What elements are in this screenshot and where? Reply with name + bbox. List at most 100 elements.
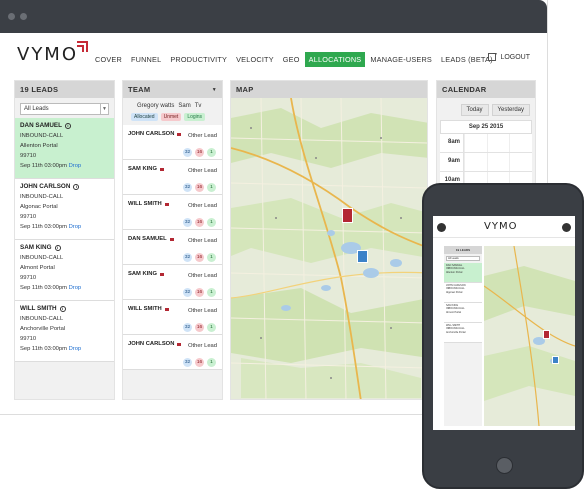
list-item[interactable]: DAN SAMUEL i INBOUND-CALL Allenton Portal… — [15, 118, 114, 179]
list-item[interactable]: WILL SMITH INBOUND-CALL Anchorville Port… — [444, 323, 482, 343]
today-button[interactable]: Today — [460, 104, 489, 116]
lead-zip: 99710 — [20, 336, 37, 342]
logout-icon — [488, 50, 498, 61]
lead-name: DAN SAMUEL — [20, 122, 62, 129]
team-pin-icon[interactable] — [552, 356, 559, 364]
phone-header: VYMO — [433, 216, 575, 238]
nav-allocations[interactable]: ALLOCATIONS — [304, 52, 366, 67]
nav-funnel[interactable]: FUNNEL — [127, 52, 165, 67]
lead-location: Anchorville Portal — [446, 330, 466, 334]
info-icon[interactable]: i — [54, 244, 61, 251]
info-icon[interactable]: i — [64, 122, 71, 129]
member-badges: 32 16 1 — [183, 253, 216, 262]
window-dot-icon[interactable] — [8, 13, 15, 20]
yesterday-button[interactable]: Yesterday — [491, 104, 530, 116]
team-member-list: JOHN CARLSON Other Lead 32 16 1 SAM KING Other… — [123, 125, 222, 370]
list-item[interactable]: JOHN CARLSON i INBOUND-CALL Algonac Porta… — [15, 179, 114, 240]
member-name: SAM KING — [128, 271, 157, 277]
phone-leads-title: 19 LEADS — [444, 246, 482, 254]
phone-screen: VYMO 19 LEADS All Leads DAN SAMUEL INBOU… — [433, 216, 575, 430]
calendar-title: CALENDAR — [437, 81, 535, 98]
logins-badge: 1 — [207, 358, 216, 367]
list-item[interactable]: WILL SMITH i INBOUND-CALL Anchorville Por… — [15, 301, 114, 362]
flag-icon — [164, 202, 169, 206]
allocated-badge: 32 — [183, 323, 192, 332]
drop-link[interactable]: Drop — [69, 163, 82, 169]
team-users: Gregory watts Sam Tv — [123, 98, 222, 111]
allocated-badge: 32 — [183, 183, 192, 192]
team-user[interactable]: Sam — [178, 103, 190, 109]
team-member-row[interactable]: SAM KING Other Lead 32 16 1 — [123, 265, 222, 300]
member-status: Other Lead — [187, 308, 217, 314]
lead-location: Almont Portal — [20, 265, 55, 271]
nav-geo[interactable]: GEO — [279, 52, 304, 67]
flag-icon — [160, 272, 164, 276]
logins-badge: 1 — [207, 323, 216, 332]
member-badges: 32 16 1 — [183, 148, 216, 157]
vymo-logo[interactable]: VYMO — [17, 41, 89, 65]
leads-filter-select[interactable]: All Leads ▼ — [20, 103, 109, 115]
nav-velocity[interactable]: VELOCITY — [232, 52, 278, 67]
team-member-row[interactable]: JOHN CARLSON Other Lead 32 16 1 — [123, 125, 222, 160]
phone-leads-panel: 19 LEADS All Leads DAN SAMUEL INBOUND-CA… — [444, 246, 482, 426]
team-member-row[interactable]: SAM KING Other Lead 32 16 1 — [123, 160, 222, 195]
allocated-badge: 32 — [183, 253, 192, 262]
flag-icon — [177, 132, 182, 136]
unmet-badge: 16 — [195, 358, 204, 367]
nav-cover[interactable]: COVER — [91, 52, 126, 67]
tag-unmet: Unmet — [160, 113, 182, 121]
phone-map[interactable] — [484, 246, 575, 426]
member-name-wrap: SAM KING — [128, 166, 164, 172]
lead-location: Allenton Portal — [20, 143, 58, 149]
info-icon[interactable]: i — [73, 183, 80, 190]
member-badges: 32 16 1 — [183, 218, 216, 227]
lead-pin-icon[interactable] — [342, 208, 353, 223]
drop-link[interactable]: Drop — [69, 285, 82, 291]
search-icon[interactable] — [562, 223, 571, 232]
home-button[interactable] — [496, 457, 513, 474]
map-canvas[interactable] — [231, 98, 427, 399]
team-member-row[interactable]: JOHN CARLSON Other Lead 32 16 1 — [123, 335, 222, 370]
lead-pin-icon[interactable] — [543, 330, 550, 339]
member-name-wrap: JOHN CARLSON — [128, 131, 182, 137]
list-item[interactable]: SAM KING INBOUND-CALL Almont Portal — [444, 303, 482, 323]
phone-leads-filter[interactable]: All Leads — [446, 256, 480, 261]
lead-location: Algonac Portal — [20, 204, 58, 210]
logout-button[interactable]: LOGOUT — [488, 50, 530, 61]
team-member-row[interactable]: DAN SAMUEL Other Lead 32 16 1 — [123, 230, 222, 265]
team-user[interactable]: Tv — [195, 103, 202, 109]
calendar-row[interactable]: 8am — [440, 134, 532, 153]
unmet-badge: 16 — [195, 183, 204, 192]
unmet-badge: 16 — [195, 148, 204, 157]
calendar-row[interactable]: 9am — [440, 153, 532, 172]
list-item[interactable]: JOHN CARLSON INBOUND-CALL Algonac Portal — [444, 283, 482, 303]
team-member-row[interactable]: WILL SMITH Other Lead 32 16 1 — [123, 195, 222, 230]
lead-location: Anchorville Portal — [20, 326, 66, 332]
chevron-down-icon: ▼ — [100, 104, 108, 114]
lead-name: JOHN CARLSON — [20, 183, 71, 190]
unmet-badge: 16 — [195, 253, 204, 262]
team-user[interactable]: Gregory watts — [137, 103, 174, 109]
time-label: 8am — [440, 134, 464, 152]
member-name: JOHN CARLSON — [128, 131, 175, 137]
browser-title-bar — [0, 0, 547, 33]
unmet-badge: 16 — [195, 218, 204, 227]
lead-time: Sep 11th 03:00pm — [20, 285, 67, 291]
drop-link[interactable]: Drop — [69, 224, 82, 230]
list-item[interactable]: DAN SAMUEL INBOUND-CALL Allenton Portal — [444, 263, 482, 283]
window-dot-icon[interactable] — [20, 13, 27, 20]
lead-type: INBOUND-CALL — [20, 316, 64, 322]
drop-link[interactable]: Drop — [69, 346, 82, 352]
info-icon[interactable]: i — [59, 305, 66, 312]
menu-icon[interactable] — [437, 223, 446, 232]
map-title: MAP — [231, 81, 427, 98]
nav-productivity[interactable]: PRODUCTIVITY — [166, 52, 231, 67]
team-member-row[interactable]: WILL SMITH Other Lead 32 16 1 — [123, 300, 222, 335]
lead-location: Allenton Portal — [446, 270, 463, 274]
member-badges: 32 16 1 — [183, 288, 216, 297]
team-pin-icon[interactable] — [357, 250, 368, 263]
nav-manage-users[interactable]: MANAGE-USERS — [366, 52, 436, 67]
logo-text: VYMO — [17, 44, 79, 65]
list-item[interactable]: SAM KING i INBOUND-CALL Almont Portal 997… — [15, 240, 114, 301]
team-header[interactable]: TEAM ▼ — [123, 81, 222, 98]
